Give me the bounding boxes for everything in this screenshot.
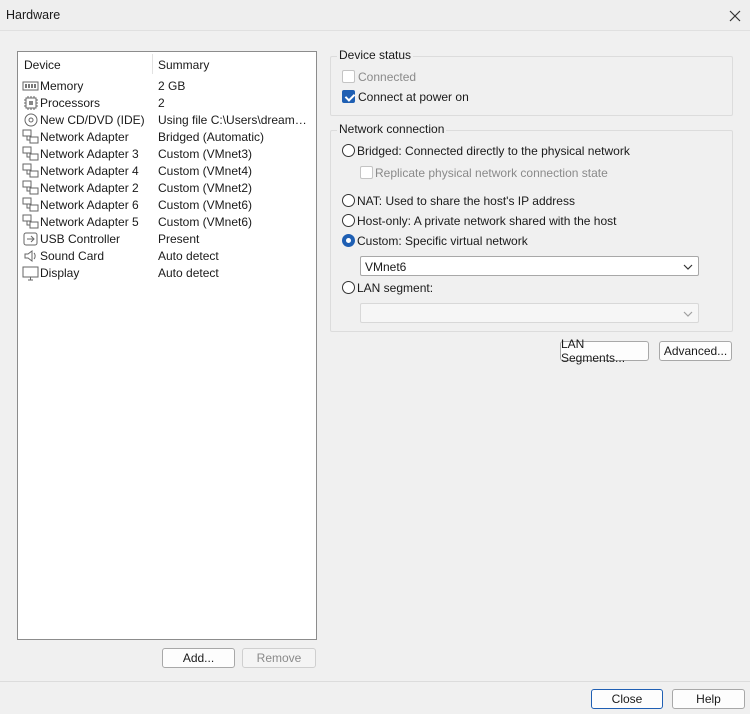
custom-network-value: VMnet6 — [365, 260, 407, 274]
network-adapter-icon — [22, 146, 40, 162]
device-row-network-adapter-3[interactable]: Network Adapter 3 Custom (VMnet3) — [18, 146, 316, 163]
device-summary: Custom (VMnet6) — [158, 215, 253, 229]
device-row-network-adapter-2[interactable]: Network Adapter 2 Custom (VMnet2) — [18, 180, 316, 197]
device-name: Network Adapter 6 — [40, 198, 139, 212]
network-adapter-icon — [22, 214, 40, 230]
device-summary: Bridged (Automatic) — [158, 130, 265, 144]
device-name: Network Adapter 5 — [40, 215, 139, 229]
device-name: New CD/DVD (IDE) — [40, 113, 145, 127]
title-bar: Hardware — [0, 0, 750, 31]
device-summary: 2 GB — [158, 79, 186, 93]
device-name: Network Adapter 2 — [40, 181, 139, 195]
chevron-down-icon — [683, 261, 693, 271]
device-summary: Custom (VMnet6) — [158, 198, 253, 212]
host-only-radio[interactable] — [342, 214, 355, 227]
lan-segment-select — [360, 303, 699, 323]
connected-checkbox — [342, 70, 355, 83]
device-row-cd-dvd[interactable]: New CD/DVD (IDE) Using file C:\Users\dre… — [18, 112, 316, 129]
device-summary: 2 — [158, 96, 165, 110]
close-button[interactable]: Close — [591, 689, 663, 709]
bridged-radio[interactable] — [342, 144, 355, 157]
device-summary: Present — [158, 232, 200, 246]
processor-icon — [22, 95, 40, 111]
nat-label[interactable]: NAT: Used to share the host's IP address — [357, 194, 575, 208]
add-button[interactable]: Add... — [162, 648, 235, 668]
device-row-network-adapter[interactable]: Network Adapter Bridged (Automatic) — [18, 129, 316, 146]
device-summary: Custom (VMnet3) — [158, 147, 253, 161]
network-connection-group: Network connection — [330, 122, 733, 332]
sound-card-icon — [22, 248, 40, 264]
device-summary: Custom (VMnet2) — [158, 181, 253, 195]
device-status-legend: Device status — [337, 48, 414, 62]
display-icon — [22, 265, 40, 281]
device-row-sound-card[interactable]: Sound Card Auto detect — [18, 248, 316, 265]
network-connection-legend: Network connection — [337, 122, 447, 136]
custom-radio[interactable] — [342, 234, 355, 247]
device-name: Sound Card — [40, 249, 105, 263]
device-name: Network Adapter — [40, 130, 129, 144]
close-window-icon[interactable] — [720, 0, 750, 31]
device-row-network-adapter-5[interactable]: Network Adapter 5 Custom (VMnet6) — [18, 214, 316, 231]
network-adapter-icon — [22, 129, 40, 145]
custom-label[interactable]: Custom: Specific virtual network — [357, 234, 528, 248]
bridged-label[interactable]: Bridged: Connected directly to the physi… — [357, 144, 630, 158]
connected-label: Connected — [358, 70, 417, 84]
window-title: Hardware — [6, 8, 61, 22]
column-summary[interactable]: Summary — [158, 58, 209, 72]
cd-dvd-icon — [22, 112, 40, 128]
memory-icon — [22, 78, 40, 94]
device-summary: Auto detect — [158, 266, 219, 280]
connect-at-power-on-checkbox[interactable] — [342, 90, 355, 103]
device-summary: Auto detect — [158, 249, 219, 263]
lan-segments-button[interactable]: LAN Segments... — [560, 337, 649, 365]
device-row-usb-controller[interactable]: USB Controller Present — [18, 231, 316, 248]
chevron-down-icon — [683, 308, 693, 318]
connect-at-power-on-label[interactable]: Connect at power on — [358, 90, 469, 104]
lan-segment-label[interactable]: LAN segment: — [357, 281, 433, 295]
device-status-group: Device status — [330, 48, 733, 116]
advanced-button[interactable]: Advanced... — [659, 341, 732, 361]
replicate-state-label: Replicate physical network connection st… — [375, 166, 608, 180]
device-summary: Custom (VMnet4) — [158, 164, 253, 178]
device-name: Memory — [40, 79, 84, 93]
device-name: Processors — [40, 96, 101, 110]
nat-radio[interactable] — [342, 194, 355, 207]
lan-segment-radio[interactable] — [342, 281, 355, 294]
help-button[interactable]: Help — [672, 689, 745, 709]
device-name: Network Adapter 4 — [40, 164, 139, 178]
usb-controller-icon — [22, 231, 40, 247]
host-only-label[interactable]: Host-only: A private network shared with… — [357, 214, 616, 228]
network-adapter-icon — [22, 163, 40, 179]
network-adapter-icon — [22, 197, 40, 213]
replicate-state-checkbox — [360, 166, 373, 179]
device-row-network-adapter-6[interactable]: Network Adapter 6 Custom (VMnet6) — [18, 197, 316, 214]
device-row-memory[interactable]: Memory 2 GB — [18, 78, 316, 95]
device-summary: Using file C:\Users\dreamWe... — [158, 113, 314, 127]
device-row-network-adapter-4[interactable]: Network Adapter 4 Custom (VMnet4) — [18, 163, 316, 180]
device-row-display[interactable]: Display Auto detect — [18, 265, 316, 282]
remove-button: Remove — [242, 648, 316, 668]
device-list[interactable]: Device Summary Memory 2 GB Processors 2 … — [17, 51, 317, 640]
column-divider[interactable] — [152, 54, 153, 74]
custom-network-select[interactable]: VMnet6 — [360, 256, 699, 276]
device-row-processors[interactable]: Processors 2 — [18, 95, 316, 112]
column-device[interactable]: Device — [24, 58, 61, 72]
device-name: Display — [40, 266, 80, 280]
network-adapter-icon — [22, 180, 40, 196]
device-name: Network Adapter 3 — [40, 147, 139, 161]
device-name: USB Controller — [40, 232, 121, 246]
device-list-header: Device Summary — [18, 52, 316, 76]
